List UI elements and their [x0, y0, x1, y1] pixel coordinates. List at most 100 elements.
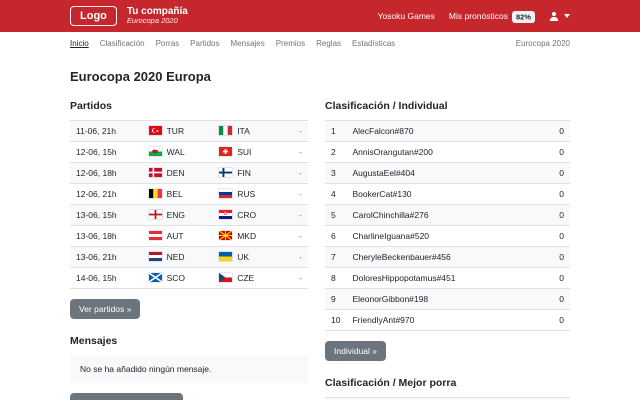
home-team-code: AUT [167, 231, 184, 241]
flag-sui-icon [219, 147, 232, 156]
match-row[interactable]: 12-06, 18h DEN FIN - [70, 163, 308, 184]
match-away-team: SUI [213, 142, 284, 163]
main-nav: Inicio Clasificación Porras Partidos Mensaje… [0, 32, 640, 55]
individual-standing-row: 2AnnisOrangutan#2000 [325, 142, 570, 163]
match-away-team: CRO [213, 205, 284, 226]
nav-item-premios[interactable]: Premios [276, 39, 305, 48]
flag-cze-icon [219, 273, 232, 282]
home-team-code: TUR [167, 126, 184, 136]
right-column: Clasificación / Individual 1AlecFalcon#8… [325, 100, 570, 400]
messages-empty-state: No se ha añadido ningún mensaje. [70, 355, 308, 383]
match-row[interactable]: 12-06, 15hWALSUI- [70, 142, 308, 163]
flag-sco-icon [149, 273, 162, 282]
view-all-messages-button[interactable]: Ver todos los mensajes » [70, 393, 183, 400]
match-score: - [284, 163, 308, 184]
rank: 2 [325, 142, 346, 163]
flag-ita-icon [219, 126, 232, 135]
individual-standing-row: 10FriendlyAnt#9700 [325, 310, 570, 331]
individual-standings-table: 1AlecFalcon#87002AnnisOrangutan#20003Aug… [325, 120, 570, 331]
away-team-code: RUS [237, 189, 255, 199]
rank: 7 [325, 247, 346, 268]
home-team-code: SCO [167, 273, 185, 283]
match-score: - [284, 226, 308, 247]
away-team-code: ITA [237, 126, 250, 136]
left-column: Partidos 11-06, 21hTURITA-12-06, 15hWALS… [70, 100, 308, 400]
away-team-code: UK [237, 252, 249, 262]
match-score: - [284, 121, 308, 142]
participant-name: FriendlyAnt#970 [346, 310, 546, 331]
user-icon [549, 11, 559, 21]
match-date: 13-06, 18h [70, 226, 143, 247]
individual-standing-row: 6CharlineIguana#5200 [325, 226, 570, 247]
rank: 9 [325, 289, 346, 310]
flag-ukr-icon [219, 252, 232, 261]
yosoku-games-link[interactable]: Yosoku Games [378, 11, 435, 21]
match-score: - [284, 142, 308, 163]
points: 0 [546, 205, 570, 226]
match-row[interactable]: 13-06, 21hNEDUK- [70, 247, 308, 268]
points: 0 [546, 310, 570, 331]
nav-item-mensajes[interactable]: Mensajes [231, 39, 265, 48]
match-home-team: WAL [143, 142, 214, 163]
participant-name: AnnisOrangutan#200 [346, 142, 546, 163]
rank: 10 [325, 310, 346, 331]
match-date: 11-06, 21h [70, 121, 143, 142]
points: 0 [546, 289, 570, 310]
flag-fin-icon [219, 168, 232, 177]
match-row[interactable]: 13-06, 18h AUT MKD - [70, 226, 308, 247]
match-score: - [284, 268, 308, 289]
flag-den-icon [149, 168, 162, 177]
match-home-team: TUR [143, 121, 214, 142]
participant-name: CheryleBeckenbauer#456 [346, 247, 546, 268]
away-team-code: SUI [237, 147, 251, 157]
rank: 5 [325, 205, 346, 226]
nav-item-clasificacion[interactable]: Clasificación [100, 39, 145, 48]
match-away-team: ITA [213, 121, 284, 142]
nav-item-inicio[interactable]: Inicio [70, 39, 89, 48]
participant-name: AlecFalcon#870 [346, 121, 546, 142]
rank: 4 [325, 184, 346, 205]
individual-standings-button[interactable]: Individual » [325, 341, 386, 361]
away-team-code: MKD [237, 231, 256, 241]
match-row[interactable]: 12-06, 21hBELRUS- [70, 184, 308, 205]
my-predictions-link[interactable]: Mis pronósticos82% [449, 11, 535, 21]
rank: 1 [325, 121, 346, 142]
company-subtitle: Eurocopa 2020 [127, 17, 188, 26]
user-menu[interactable] [549, 11, 570, 21]
nav-item-partidos[interactable]: Partidos [190, 39, 219, 48]
rank: 3 [325, 163, 346, 184]
individual-standings-title: Clasificación / Individual [325, 100, 570, 112]
home-team-code: DEN [167, 168, 185, 178]
match-date: 13-06, 21h [70, 247, 143, 268]
away-team-code: FIN [237, 168, 251, 178]
match-date: 12-06, 21h [70, 184, 143, 205]
home-team-code: WAL [167, 147, 185, 157]
home-team-code: ENG [167, 210, 185, 220]
match-home-team: DEN [143, 163, 214, 184]
match-home-team: BEL [143, 184, 214, 205]
participant-name: EleonorGibbon#198 [346, 289, 546, 310]
points: 0 [546, 268, 570, 289]
individual-standing-row: 1AlecFalcon#8700 [325, 121, 570, 142]
match-date: 12-06, 18h [70, 163, 143, 184]
flag-mkd-icon [219, 231, 232, 240]
logo-button[interactable]: Logo [70, 6, 117, 26]
match-home-team: ENG [143, 205, 214, 226]
points: 0 [546, 163, 570, 184]
main-content: Eurocopa 2020 Europa Partidos 11-06, 21h… [0, 55, 640, 400]
flag-cro-icon [219, 210, 232, 219]
messages-section-title: Mensajes [70, 335, 308, 347]
match-row[interactable]: 14-06, 15hSCOCZE- [70, 268, 308, 289]
view-matches-button[interactable]: Ver partidos » [70, 299, 140, 319]
flag-bel-icon [149, 189, 162, 198]
nav-item-porras[interactable]: Porras [156, 39, 180, 48]
individual-standing-row: 3AugustaEel#4040 [325, 163, 570, 184]
match-row[interactable]: 11-06, 21h TUR ITA - [70, 121, 308, 142]
header-right: Yosoku Games Mis pronósticos82% [378, 11, 570, 21]
rank: 6 [325, 226, 346, 247]
nav-item-reglas[interactable]: Reglas [316, 39, 341, 48]
rank: 8 [325, 268, 346, 289]
match-row[interactable]: 13-06, 15hENGCRO- [70, 205, 308, 226]
nav-item-estadisticas[interactable]: Estadísticas [352, 39, 395, 48]
participant-name: BookerCat#130 [346, 184, 546, 205]
